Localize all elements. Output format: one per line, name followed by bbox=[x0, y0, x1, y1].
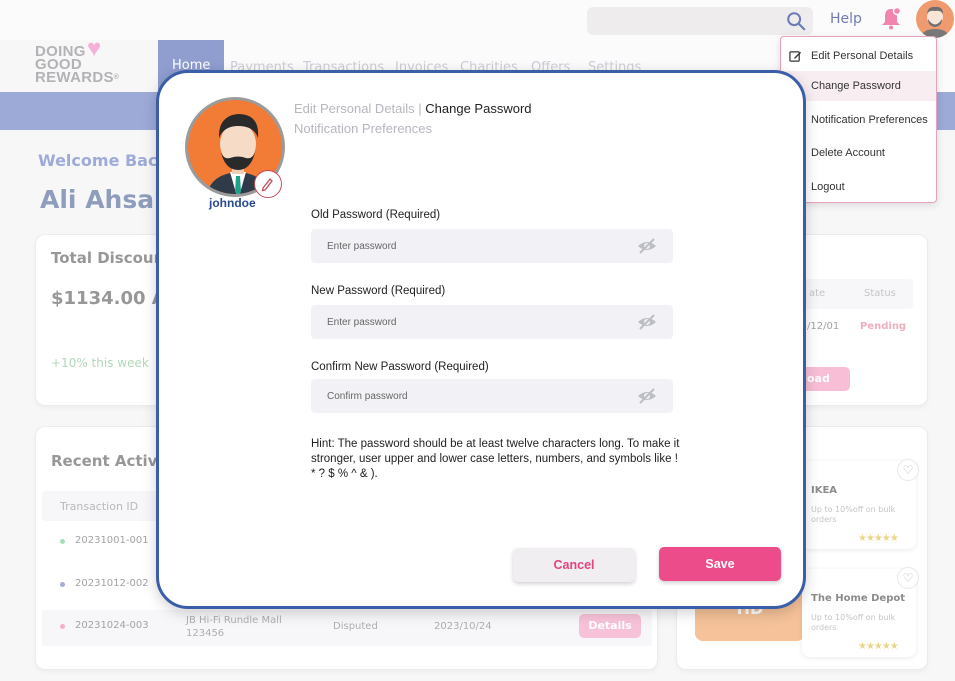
menu-item-label: Edit Personal Details bbox=[811, 50, 914, 62]
tab-separator: | bbox=[414, 101, 426, 116]
menu-item-label: Notification Preferences bbox=[811, 114, 928, 126]
edit-icon bbox=[789, 51, 802, 62]
confirm-password-label: Confirm New Password (Required) bbox=[311, 361, 489, 373]
new-password-field bbox=[311, 305, 673, 339]
old-password-label: Old Password (Required) bbox=[311, 209, 441, 221]
old-password-input[interactable] bbox=[311, 229, 621, 263]
change-password-modal: johndoe Edit Personal Details | Change P… bbox=[156, 70, 806, 609]
confirm-password-field bbox=[311, 379, 673, 413]
edit-avatar-button[interactable] bbox=[254, 170, 282, 198]
pencil-icon bbox=[261, 178, 273, 192]
tab-edit-personal-details[interactable]: Edit Personal Details bbox=[294, 101, 415, 116]
save-button[interactable]: Save bbox=[659, 547, 781, 581]
menu-item-label: Logout bbox=[811, 181, 845, 193]
new-password-input[interactable] bbox=[311, 305, 621, 339]
tab-notification-preferences[interactable]: Notification Preferences bbox=[294, 121, 432, 136]
tab-change-password[interactable]: Change Password bbox=[425, 101, 531, 116]
menu-item-edit-personal-details[interactable]: Edit Personal Details bbox=[781, 41, 936, 71]
eye-off-icon[interactable] bbox=[637, 388, 657, 404]
menu-item-label: Delete Account bbox=[811, 147, 885, 159]
eye-off-icon[interactable] bbox=[637, 238, 657, 254]
profile-username: johndoe bbox=[209, 196, 256, 210]
menu-item-label: Change Password bbox=[811, 80, 901, 92]
cancel-button[interactable]: Cancel bbox=[513, 548, 635, 582]
confirm-password-input[interactable] bbox=[311, 379, 621, 413]
modal-tabs: Edit Personal Details | Change Password … bbox=[294, 99, 532, 139]
eye-off-icon[interactable] bbox=[637, 314, 657, 330]
password-hint: Hint: The password should be at least tw… bbox=[311, 438, 680, 480]
new-password-label: New Password (Required) bbox=[311, 285, 446, 297]
old-password-field bbox=[311, 229, 673, 263]
